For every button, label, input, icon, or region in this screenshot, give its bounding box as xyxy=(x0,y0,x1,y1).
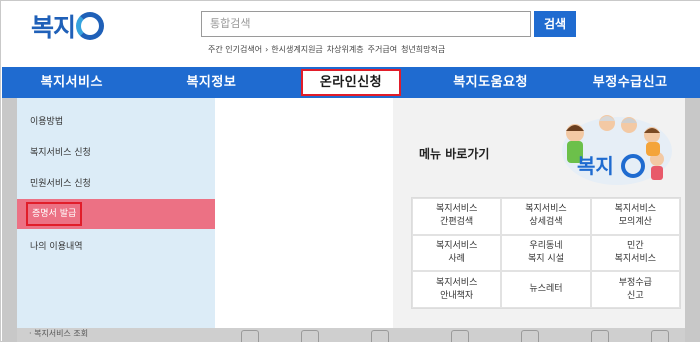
cell-line: 복지서비스 xyxy=(525,204,567,215)
shortcut-simple-search[interactable]: 복지서비스간편검색 xyxy=(412,198,502,235)
logo-text: 복지 xyxy=(31,13,76,42)
page-content-strip xyxy=(17,328,685,342)
service-icon xyxy=(651,330,669,342)
cell-line: 사례 xyxy=(448,253,465,264)
cell-line: 복지서비스 xyxy=(435,240,478,251)
nav-item-online-apply[interactable]: 온라인신청 xyxy=(281,67,421,98)
nav-item-help-request[interactable]: 복지도움요청 xyxy=(421,67,561,98)
mascot-logo-text: 복지 xyxy=(577,154,614,178)
submenu-item-certificate-label[interactable]: 증명서 발급 xyxy=(26,202,83,226)
separator: › xyxy=(265,45,269,54)
cell-line: 복지서비스 xyxy=(614,253,657,264)
cell-line: 복지서비스 xyxy=(435,277,478,288)
main-nav: 복지서비스 복지정보 온라인신청 복지도움요청 부정수급신고 xyxy=(2,67,700,98)
bottom-link[interactable]: · 복지서비스 조회 xyxy=(29,328,88,339)
site-logo[interactable]: 복지 xyxy=(31,6,105,46)
popular-keywords: 주간 인기검색어 › 한시생계지원금 차상위계층 주거급여 청년희망적금 xyxy=(208,44,449,55)
shortcut-grid: 복지서비스 간편검색 복지서비스 상세검색 복지서비스 모의계산 복지서비스 사례 우리… xyxy=(411,197,681,309)
submenu-item-how-to-use[interactable]: 이용방법 xyxy=(17,107,215,137)
shortcut-cases[interactable]: 복지서비스사례 xyxy=(412,234,502,272)
nav-item-welfare-info[interactable]: 복지정보 xyxy=(142,67,282,98)
cell-line: 민간 xyxy=(627,240,644,251)
submenu-item-my-history[interactable]: 나의 이용내역 xyxy=(17,232,215,262)
shortcut-title: 메뉴 바로가기 xyxy=(419,147,490,161)
nav-item-online-apply-label[interactable]: 온라인신청 xyxy=(301,69,401,96)
submenu-item-civil-apply[interactable]: 민원서비스 신청 xyxy=(17,169,215,199)
popular-keyword[interactable]: 주거급여 xyxy=(368,45,397,54)
submenu-item-welfare-apply[interactable]: 복지서비스 신청 xyxy=(17,138,215,168)
cell-line: 뉴스레터 xyxy=(529,284,563,295)
cell-line: 신고 xyxy=(627,290,644,301)
shortcut-local-facilities[interactable]: 우리동네복지 시설 xyxy=(501,234,591,272)
cell-line: 우리동네 xyxy=(529,240,563,251)
service-icon xyxy=(241,330,259,342)
shortcut-private-services[interactable]: 민간복지서비스 xyxy=(590,234,680,272)
service-icon xyxy=(521,330,539,342)
submenu-item-certificate[interactable]: 증명서 발급 xyxy=(17,199,215,229)
shortcut-detail-search[interactable]: 복지서비스상세검색 xyxy=(501,198,591,235)
cell-line: 간편검색 xyxy=(440,217,474,228)
cell-line: 모의계산 xyxy=(618,217,652,228)
cell-line: 부정수급 xyxy=(618,277,652,288)
shortcut-fraud-report[interactable]: 부정수급신고 xyxy=(590,271,680,308)
popular-keyword[interactable]: 청년희망적금 xyxy=(401,45,445,54)
shortcut-simulation[interactable]: 복지서비스모의계산 xyxy=(590,198,680,235)
search-input[interactable]: 통합검색 xyxy=(201,11,531,37)
popular-title: 주간 인기검색어 xyxy=(208,45,263,54)
shortcut-guidebook[interactable]: 복지서비스안내책자 xyxy=(412,271,502,308)
service-icon xyxy=(371,330,389,342)
cell-line: 안내책자 xyxy=(440,290,474,301)
cell-line: 복지 시설 xyxy=(528,253,564,264)
service-icon xyxy=(451,330,469,342)
nav-item-welfare-service[interactable]: 복지서비스 xyxy=(2,67,142,98)
search-button[interactable]: 검색 xyxy=(534,11,576,37)
shortcut-newsletter[interactable]: 뉴스레터 xyxy=(501,271,591,308)
popular-keyword[interactable]: 차상위계층 xyxy=(327,45,364,54)
family-mascot-illustration: 복지 xyxy=(562,115,672,185)
header: 복지 통합검색 검색 주간 인기검색어 › 한시생계지원금 차상위계층 주거급여 청년희망… xyxy=(1,1,700,67)
popular-keyword[interactable]: 한시생계지원금 xyxy=(271,45,323,54)
cell-line: 복지서비스 xyxy=(614,204,657,215)
nav-item-fraud-report[interactable]: 부정수급신고 xyxy=(560,67,700,98)
cell-line: 상세검색 xyxy=(529,217,563,228)
service-icon xyxy=(591,330,609,342)
service-icon xyxy=(301,330,319,342)
center-panel xyxy=(215,98,393,328)
logo-ring-icon xyxy=(76,12,105,40)
cell-line: 복지서비스 xyxy=(435,204,478,215)
